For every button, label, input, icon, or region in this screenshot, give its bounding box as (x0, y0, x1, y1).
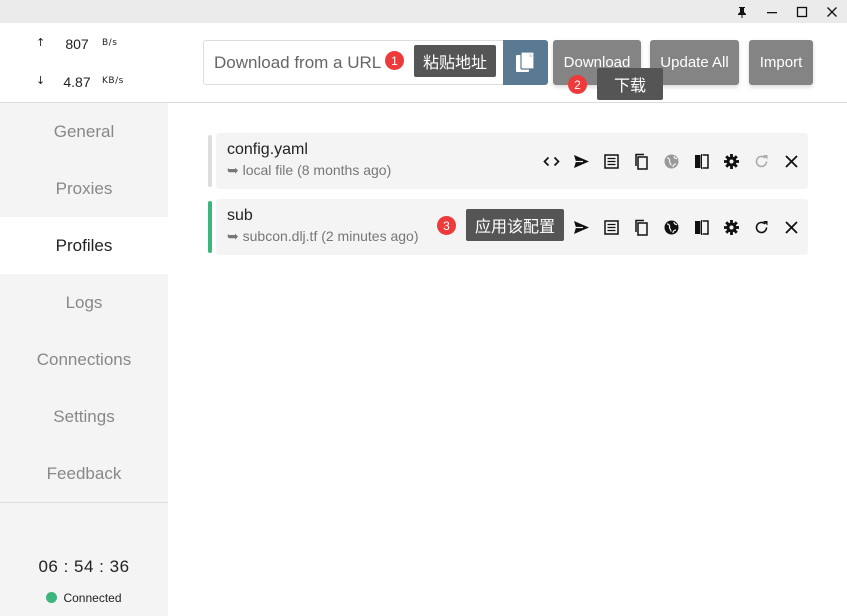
download-unit: KB/s (102, 76, 124, 86)
copy-icon[interactable] (629, 149, 653, 173)
refresh-icon[interactable] (749, 149, 773, 173)
upload-value: 807 (65, 36, 89, 52)
globe-icon[interactable] (659, 215, 683, 239)
compare-icon[interactable] (689, 215, 713, 239)
sidebar-item-feedback[interactable]: Feedback (0, 445, 168, 502)
connection-status: Connected (0, 591, 168, 605)
code-icon[interactable] (539, 149, 563, 173)
minimize-icon[interactable] (757, 0, 787, 23)
refresh-icon[interactable] (749, 215, 773, 239)
copy-icon[interactable] (629, 215, 653, 239)
download-speed: ↓ 4.87 KB/s (0, 72, 168, 92)
title-bar (0, 0, 847, 23)
globe-icon[interactable] (659, 149, 683, 173)
compare-icon[interactable] (689, 149, 713, 173)
close-icon[interactable] (779, 149, 803, 173)
sidebar-item-general[interactable]: General (0, 103, 168, 160)
pin-icon[interactable] (727, 0, 757, 23)
sidebar-item-connections[interactable]: Connections (0, 331, 168, 388)
paste-button[interactable] (503, 40, 548, 85)
sidebar: ↑ 807 B/s ↓ 4.87 KB/s General Proxies Pr… (0, 23, 168, 616)
upload-speed: ↑ 807 B/s (0, 34, 168, 54)
maximize-icon[interactable] (787, 0, 817, 23)
import-button[interactable]: Import (749, 40, 813, 85)
profile-item[interactable]: config.yaml ➥ local file (8 months ago) (208, 133, 808, 189)
status-dot-icon (46, 592, 58, 603)
status-label: Connected (63, 591, 122, 605)
update-all-button[interactable]: Update All (650, 40, 739, 85)
download-value: 4.87 (63, 74, 91, 90)
sidebar-item-proxies[interactable]: Proxies (0, 160, 168, 217)
traffic-panel: ↑ 807 B/s ↓ 4.87 KB/s (0, 23, 168, 103)
download-arrow-icon: ↓ (36, 74, 46, 87)
profile-card[interactable]: config.yaml ➥ local file (8 months ago) (216, 133, 808, 189)
sidebar-item-profiles[interactable]: Profiles (0, 217, 168, 274)
profile-name: config.yaml (227, 141, 308, 158)
list-icon[interactable] (599, 149, 623, 173)
annotation-badge: 1 (385, 51, 404, 70)
profile-source: ➥ subcon.dlj.tf (2 minutes ago) (227, 228, 419, 244)
sidebar-item-logs[interactable]: Logs (0, 274, 168, 331)
close-icon[interactable] (817, 0, 847, 23)
annotation-label: 粘贴地址 (414, 45, 496, 77)
annotation-label: 下载 (597, 68, 663, 100)
annotation-badge: 2 (568, 75, 587, 94)
gear-icon[interactable] (719, 215, 743, 239)
upload-unit: B/s (102, 38, 118, 48)
clock: 06 : 54 : 36 (38, 557, 130, 576)
send-icon[interactable] (569, 149, 593, 173)
upload-arrow-icon: ↑ (36, 36, 46, 49)
selection-indicator (208, 201, 212, 253)
profile-toolbar: Download Update All Import (168, 23, 847, 103)
send-icon[interactable] (569, 215, 593, 239)
profile-name: sub (227, 207, 253, 224)
annotation-badge: 3 (437, 216, 456, 235)
annotation-label: 应用该配置 (466, 209, 564, 241)
gear-icon[interactable] (719, 149, 743, 173)
list-icon[interactable] (599, 215, 623, 239)
close-icon[interactable] (779, 215, 803, 239)
sidebar-divider (0, 502, 168, 503)
paste-icon (515, 50, 535, 72)
sidebar-item-settings[interactable]: Settings (0, 388, 168, 445)
selection-indicator (208, 135, 212, 187)
profile-source: ➥ local file (8 months ago) (227, 162, 392, 178)
